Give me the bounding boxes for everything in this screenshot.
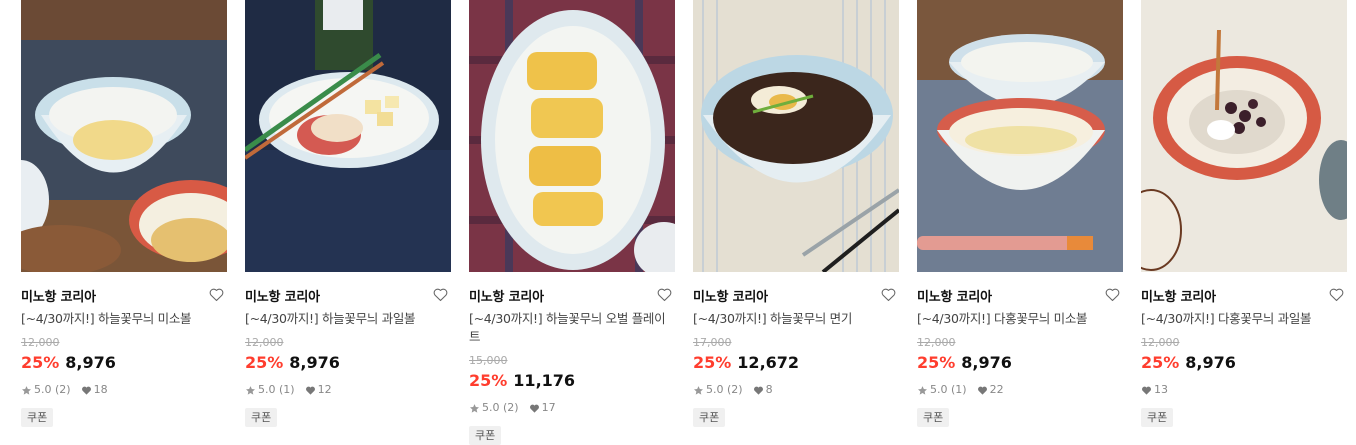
discount-rate: 25% [693,353,732,372]
rating: 5.0 (1) [930,383,967,396]
heart-filled-icon [1142,386,1151,395]
heart-filled-icon [305,386,315,395]
original-price: 12,000 [21,336,60,349]
product-card[interactable]: 미노항 코리아 [~4/30까지!] 하늘꽃무늬 오벌 플레이트 15,000 … [469,0,675,445]
rating: 5.0 (2) [706,383,743,396]
product-image[interactable] [21,0,227,272]
rating: 5.0 (1) [258,383,295,396]
sale-price: 8,976 [65,353,116,372]
like-count: 8 [765,383,773,396]
brand-name[interactable]: 미노항 코리아 [469,290,544,305]
product-image[interactable] [245,0,451,272]
review-meta: 5.0 (1) 12 [245,383,451,397]
original-price: 17,000 [693,336,732,349]
product-title[interactable]: [~4/30까지!] 다홍꽃무늬 미소볼 [917,310,1123,328]
sale-price: 8,976 [1185,353,1236,372]
original-price: 12,000 [917,336,956,349]
heart-filled-icon [81,386,91,395]
original-price: 15,000 [469,354,508,367]
product-card[interactable]: 미노항 코리아 [~4/30까지!] 하늘꽃무늬 면기 17,000 25% 12… [693,0,899,427]
brand-name[interactable]: 미노항 코리아 [693,290,768,305]
brand-name[interactable]: 미노항 코리아 [245,290,320,305]
like-count: 22 [989,383,1004,396]
coupon-badge: 쿠폰 [245,408,278,427]
heart-filled-icon [529,404,539,413]
like-count: 12 [317,383,332,396]
heart-icon[interactable] [432,286,449,303]
sale-price: 11,176 [513,371,576,390]
discount-rate: 25% [245,353,284,372]
rating: 5.0 (2) [482,401,519,414]
original-price: 12,000 [245,336,284,349]
product-card[interactable]: 미노항 코리아 [~4/30까지!] 다홍꽃무늬 과일볼 12,000 25% 8… [1141,0,1347,427]
heart-icon[interactable] [1328,286,1345,303]
product-image[interactable] [693,0,899,272]
brand-name[interactable]: 미노항 코리아 [21,290,96,305]
product-card[interactable]: 미노항 코리아 [~4/30까지!] 다홍꽃무늬 미소볼 12,000 25% 8… [917,0,1123,427]
product-title[interactable]: [~4/30까지!] 다홍꽃무늬 과일볼 [1141,310,1347,328]
sale-price: 12,672 [737,353,800,372]
heart-filled-icon [753,386,763,395]
product-card[interactable]: 미노항 코리아 [~4/30까지!] 하늘꽃무늬 미소볼 12,000 25% 8… [21,0,227,427]
star-icon [470,403,479,413]
product-card[interactable]: 미노항 코리아 [~4/30까지!] 하늘꽃무늬 과일볼 12,000 25% 8… [245,0,451,427]
product-image[interactable] [1141,0,1347,272]
heart-icon[interactable] [1104,286,1121,303]
review-meta: 5.0 (2) 18 [21,383,227,397]
rating: 5.0 (2) [34,383,71,396]
product-title[interactable]: [~4/30까지!] 하늘꽃무늬 과일볼 [245,310,451,328]
coupon-badge: 쿠폰 [1141,408,1174,427]
product-grid: 미노항 코리아 [~4/30까지!] 하늘꽃무늬 미소볼 12,000 25% 8… [0,0,1356,445]
review-meta: 5.0 (2) 8 [693,383,899,397]
review-meta: 5.0 (2) 17 [469,401,675,415]
star-icon [918,385,927,395]
like-count: 17 [541,401,556,414]
brand-name[interactable]: 미노항 코리아 [917,290,992,305]
review-meta: 13 [1141,383,1347,397]
brand-name[interactable]: 미노항 코리아 [1141,290,1216,305]
coupon-badge: 쿠폰 [21,408,54,427]
review-meta: 5.0 (1) 22 [917,383,1123,397]
coupon-badge: 쿠폰 [469,426,502,445]
heart-icon[interactable] [880,286,897,303]
product-image[interactable] [917,0,1123,272]
product-title[interactable]: [~4/30까지!] 하늘꽃무늬 면기 [693,310,899,328]
product-title[interactable]: [~4/30까지!] 하늘꽃무늬 미소볼 [21,310,227,328]
star-icon [22,385,31,395]
discount-rate: 25% [1141,353,1180,372]
original-price: 12,000 [1141,336,1180,349]
discount-rate: 25% [21,353,60,372]
sale-price: 8,976 [961,353,1012,372]
sale-price: 8,976 [289,353,340,372]
discount-rate: 25% [917,353,956,372]
discount-rate: 25% [469,371,508,390]
like-count: 18 [93,383,108,396]
heart-icon[interactable] [656,286,673,303]
coupon-badge: 쿠폰 [693,408,726,427]
coupon-badge: 쿠폰 [917,408,950,427]
product-image[interactable] [469,0,675,272]
star-icon [246,385,255,395]
heart-filled-icon [977,386,987,395]
product-title[interactable]: [~4/30까지!] 하늘꽃무늬 오벌 플레이트 [469,310,675,346]
like-count: 13 [1154,383,1168,396]
heart-icon[interactable] [208,286,225,303]
star-icon [694,385,703,395]
